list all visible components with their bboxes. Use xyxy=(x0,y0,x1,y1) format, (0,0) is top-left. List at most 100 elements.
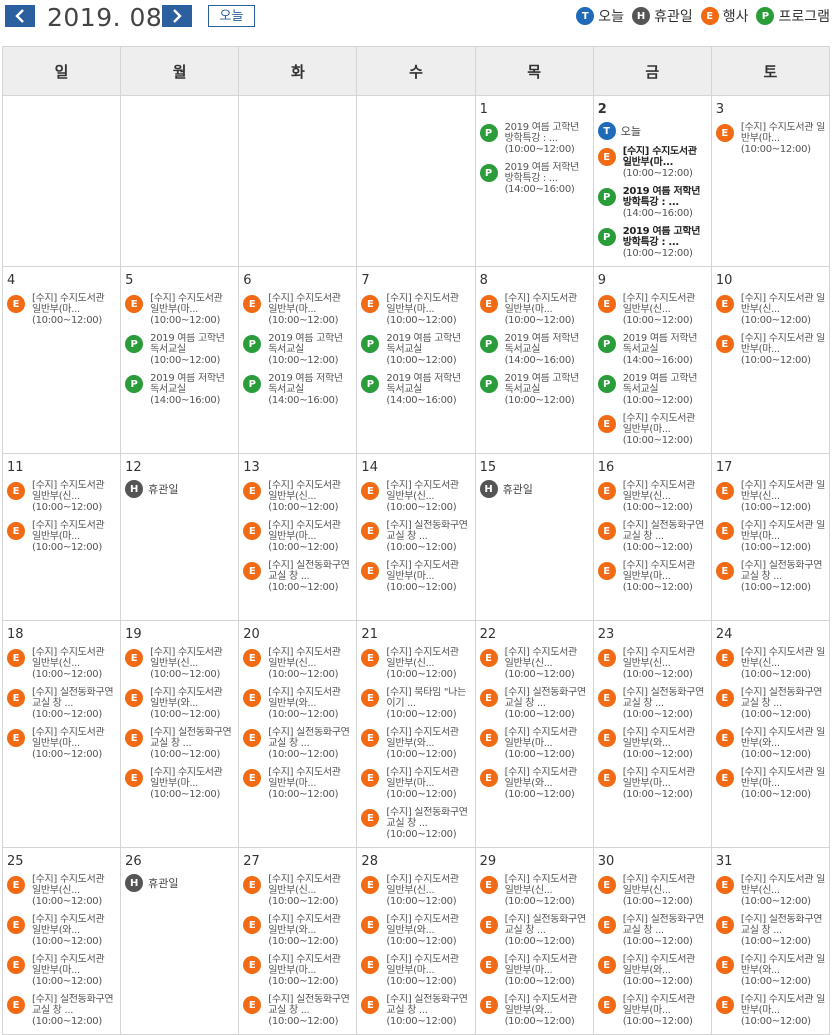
event-item[interactable]: E [수지] 실전동화구연교실 창 ... (10:00~12:00) xyxy=(597,914,707,947)
event-item[interactable]: E [수지] 수지도서관 일반부(마... (10:00~12:00) xyxy=(7,727,116,760)
day-cell[interactable]: 5 E [수지] 수지도서관 일반부(마... (10:00~12:00) P 2019 … xyxy=(120,266,240,454)
event-item[interactable]: E [수지] 실전동화구연교실 창 ... (10:00~12:00) xyxy=(597,520,707,553)
event-item[interactable]: E [수지] 실전동화구연교실 창 ... (10:00~12:00) xyxy=(243,560,352,593)
event-item[interactable]: E [수지] 수지도서관 일반부(마... (10:00~12:00) xyxy=(715,520,825,553)
program-item[interactable]: P 2019 여름 저학년 독서교실 (14:00~16:00) xyxy=(361,373,470,406)
event-item[interactable]: E [수지] 수지도서관 일반부(신... (10:00~12:00) xyxy=(243,647,352,680)
event-item[interactable]: E [수지] 실전동화구연교실 창 ... (10:00~12:00) xyxy=(361,994,470,1027)
event-item[interactable]: E [수지] 수지도서관 일반부(마... (10:00~12:00) xyxy=(715,994,825,1027)
day-cell[interactable]: 18 E [수지] 수지도서관 일반부(신... (10:00~12:00) E [수지]… xyxy=(1,620,122,848)
event-item[interactable]: E [수지] 실전동화구연교실 창 ... (10:00~12:00) xyxy=(597,687,707,720)
event-item[interactable]: E [수지] 수지도서관 일반부(신... (10:00~12:00) xyxy=(361,647,470,680)
day-cell[interactable]: 22 E [수지] 수지도서관 일반부(신... (10:00~12:00) E [수지]… xyxy=(474,620,594,848)
event-item[interactable]: E [수지] 수지도서관 일반부(신... (10:00~12:00) xyxy=(243,874,352,907)
day-cell[interactable]: 8 E [수지] 수지도서관 일반부(마... (10:00~12:00) P 2019 … xyxy=(474,266,594,454)
day-cell[interactable]: 10 E [수지] 수지도서관 일반부(신... (10:00~12:00) E [수지]… xyxy=(710,266,831,454)
day-cell[interactable]: 30 E [수지] 수지도서관 일반부(신... (10:00~12:00) E [수지]… xyxy=(592,847,712,1035)
event-item[interactable]: E [수지] 실전동화구연교실 창 ... (10:00~12:00) xyxy=(7,994,116,1027)
event-item[interactable]: E [수지] 수지도서관 일반부(신... (10:00~12:00) xyxy=(597,480,707,513)
event-item[interactable]: E [수지] 수지도서관 일반부(마... (10:00~12:00) xyxy=(7,293,116,326)
event-item[interactable]: E [수지] 수지도서관 일반부(마... (10:00~12:00) xyxy=(597,560,707,593)
event-item[interactable]: E [수지] 수지도서관 일반부(마... (10:00~12:00) xyxy=(243,520,352,553)
day-cell[interactable]: 12 H 휴관일 xyxy=(120,453,240,621)
event-item[interactable]: E [수지] 수지도서관 일반부(신... (10:00~12:00) xyxy=(715,480,825,513)
day-cell[interactable]: 2 T 오늘 E [수지] 수지도서관 일반부(마... (10:00~12:00) P 20… xyxy=(592,95,712,267)
event-item[interactable]: E [수지] 수지도서관 일반부(신... (10:00~12:00) xyxy=(361,480,470,513)
event-item[interactable]: E [수지] 수지도서관 일반부(와... (10:00~12:00) xyxy=(479,994,589,1027)
event-item[interactable]: E [수지] 실전동화구연교실 창 ... (10:00~12:00) xyxy=(715,687,825,720)
event-item[interactable]: E [수지] 수지도서관 일반부(와... (10:00~12:00) xyxy=(7,914,116,947)
event-item[interactable]: E [수지] 수지도서관 일반부(마... (10:00~12:00) xyxy=(243,767,352,800)
day-cell[interactable]: 6 E [수지] 수지도서관 일반부(마... (10:00~12:00) P 2019 … xyxy=(238,266,358,454)
day-cell[interactable]: 21 E [수지] 수지도서관 일반부(신... (10:00~12:00) E [수지]… xyxy=(356,620,476,848)
event-item[interactable]: E [수지] 수지도서관 일반부(와... (10:00~12:00) xyxy=(597,954,707,987)
program-item[interactable]: P 2019 여름 저학년 독서교실 (14:00~16:00) xyxy=(243,373,352,406)
event-item[interactable]: E [수지] 실전동화구연교실 창 ... (10:00~12:00) xyxy=(361,807,470,840)
event-item[interactable]: E [수지] 수지도서관 일반부(마... (10:00~12:00) xyxy=(243,954,352,987)
program-item[interactable]: P 2019 여름 고학년 방학특강 : ... (10:00~12:00) xyxy=(597,226,707,259)
event-item[interactable]: E [수지] 수지도서관 일반부(신... (10:00~12:00) xyxy=(7,874,116,907)
event-item[interactable]: E [수지] 수지도서관 일반부(마... (10:00~12:00) xyxy=(361,767,470,800)
event-item[interactable]: E [수지] 수지도서관 일반부(마... (10:00~12:00) xyxy=(125,767,234,800)
day-cell[interactable]: 24 E [수지] 수지도서관 일반부(신... (10:00~12:00) E [수지]… xyxy=(710,620,831,848)
event-item[interactable]: E [수지] 실전동화구연교실 창 ... (10:00~12:00) xyxy=(479,914,589,947)
event-item[interactable]: E [수지] 실전동화구연교실 창 ... (10:00~12:00) xyxy=(361,520,470,553)
day-cell[interactable]: 26 H 휴관일 xyxy=(120,847,240,1035)
event-item[interactable]: E [수지] 실전동화구연교실 창 ... (10:00~12:00) xyxy=(125,727,234,760)
event-item[interactable]: E [수지] 수지도서관 일반부(와... (10:00~12:00) xyxy=(243,687,352,720)
program-item[interactable]: P 2019 여름 저학년 독서교실 (14:00~16:00) xyxy=(597,333,707,366)
event-item[interactable]: E [수지] 실전동화구연교실 창 ... (10:00~12:00) xyxy=(479,687,589,720)
event-item[interactable]: E [수지] 수지도서관 일반부(신... (10:00~12:00) xyxy=(361,874,470,907)
event-item[interactable]: E [수지] 수지도서관 일반부(마... (10:00~12:00) xyxy=(479,293,589,326)
event-item[interactable]: E [수지] 수지도서관 일반부(마... (10:00~12:00) xyxy=(361,293,470,326)
day-cell[interactable]: 1 P 2019 여름 고학년 방학특강 : ... (10:00~12:00) P 20… xyxy=(474,95,594,267)
program-item[interactable]: P 2019 여름 저학년 독서교실 (14:00~16:00) xyxy=(479,333,589,366)
event-item[interactable]: E [수지] 수지도서관 일반부(마... (10:00~12:00) xyxy=(597,413,707,446)
event-item[interactable]: E [수지] 수지도서관 일반부(마... (10:00~12:00) xyxy=(243,293,352,326)
event-item[interactable]: E [수지] 수지도서관 일반부(신... (10:00~12:00) xyxy=(7,480,116,513)
next-month-button[interactable] xyxy=(162,5,192,27)
event-item[interactable]: E [수지] 수지도서관 일반부(신... (10:00~12:00) xyxy=(597,647,707,680)
event-item[interactable]: E [수지] 수지도서관 일반부(와... (10:00~12:00) xyxy=(243,914,352,947)
event-item[interactable]: E [수지] 수지도서관 일반부(마... (10:00~12:00) xyxy=(479,727,589,760)
day-cell[interactable]: 17 E [수지] 수지도서관 일반부(신... (10:00~12:00) E [수지]… xyxy=(710,453,831,621)
day-cell[interactable]: 27 E [수지] 수지도서관 일반부(신... (10:00~12:00) E [수지]… xyxy=(238,847,358,1035)
event-item[interactable]: E [수지] 수지도서관 일반부(마... (10:00~12:00) xyxy=(715,333,825,366)
event-item[interactable]: E [수지] 실전동화구연교실 창 ... (10:00~12:00) xyxy=(243,994,352,1027)
day-cell[interactable]: 9 E [수지] 수지도서관 일반부(신... (10:00~12:00) P 2019 … xyxy=(592,266,712,454)
event-item[interactable]: E [수지] 수지도서관 일반부(마... (10:00~12:00) xyxy=(715,122,825,155)
day-cell[interactable]: 15 H 휴관일 xyxy=(474,453,594,621)
today-button[interactable]: 오늘 xyxy=(208,5,255,27)
day-cell[interactable]: 3 E [수지] 수지도서관 일반부(마... (10:00~12:00) xyxy=(710,95,831,267)
event-item[interactable]: E [수지] 수지도서관 일반부(신... (10:00~12:00) xyxy=(715,293,825,326)
event-item[interactable]: E [수지] 수지도서관 일반부(마... (10:00~12:00) xyxy=(125,293,234,326)
event-item[interactable]: E [수지] 수지도서관 일반부(마... (10:00~12:00) xyxy=(597,767,707,800)
program-item[interactable]: P 2019 여름 고학년 독서교실 (10:00~12:00) xyxy=(361,333,470,366)
event-item[interactable]: E [수지] 수지도서관 일반부(신... (10:00~12:00) xyxy=(597,874,707,907)
program-item[interactable]: P 2019 여름 고학년 방학특강 : ... (10:00~12:00) xyxy=(479,122,589,155)
day-cell[interactable]: 29 E [수지] 수지도서관 일반부(신... (10:00~12:00) E [수지]… xyxy=(474,847,594,1035)
event-item[interactable]: E [수지] 수지도서관 일반부(신... (10:00~12:00) xyxy=(597,293,707,326)
event-item[interactable]: E [수지] 북타임 "나는 이기 ... (10:00~12:00) xyxy=(361,687,470,720)
event-item[interactable]: E [수지] 수지도서관 일반부(신... (10:00~12:00) xyxy=(715,874,825,907)
program-item[interactable]: P 2019 여름 저학년 방학특강 : ... (14:00~16:00) xyxy=(479,162,589,195)
program-item[interactable]: P 2019 여름 저학년 독서교실 (14:00~16:00) xyxy=(125,373,234,406)
event-item[interactable]: E [수지] 실전동화구연교실 창 ... (10:00~12:00) xyxy=(243,727,352,760)
event-item[interactable]: E [수지] 실전동화구연교실 창 ... (10:00~12:00) xyxy=(715,560,825,593)
event-item[interactable]: E [수지] 수지도서관 일반부(와... (10:00~12:00) xyxy=(715,727,825,760)
event-item[interactable]: E [수지] 수지도서관 일반부(신... (10:00~12:00) xyxy=(243,480,352,513)
event-item[interactable]: E [수지] 수지도서관 일반부(마... (10:00~12:00) xyxy=(479,954,589,987)
event-item[interactable]: E [수지] 수지도서관 일반부(마... (10:00~12:00) xyxy=(7,954,116,987)
day-cell[interactable]: 4 E [수지] 수지도서관 일반부(마... (10:00~12:00) xyxy=(1,266,122,454)
event-item[interactable]: E [수지] 수지도서관 일반부(마... (10:00~12:00) xyxy=(715,767,825,800)
event-item[interactable]: E [수지] 수지도서관 일반부(신... (10:00~12:00) xyxy=(7,647,116,680)
program-item[interactable]: P 2019 여름 고학년 독서교실 (10:00~12:00) xyxy=(597,373,707,406)
event-item[interactable]: E [수지] 실전동화구연교실 창 ... (10:00~12:00) xyxy=(715,914,825,947)
event-item[interactable]: E [수지] 수지도서관 일반부(와... (10:00~12:00) xyxy=(125,687,234,720)
event-item[interactable]: E [수지] 수지도서관 일반부(신... (10:00~12:00) xyxy=(479,647,589,680)
program-item[interactable]: P 2019 여름 고학년 독서교실 (10:00~12:00) xyxy=(125,333,234,366)
day-cell[interactable]: 19 E [수지] 수지도서관 일반부(신... (10:00~12:00) E [수지]… xyxy=(120,620,240,848)
event-item[interactable]: E [수지] 수지도서관 일반부(마... (10:00~12:00) xyxy=(7,520,116,553)
program-item[interactable]: P 2019 여름 저학년 방학특강 : ... (14:00~16:00) xyxy=(597,186,707,219)
prev-month-button[interactable] xyxy=(5,5,35,27)
